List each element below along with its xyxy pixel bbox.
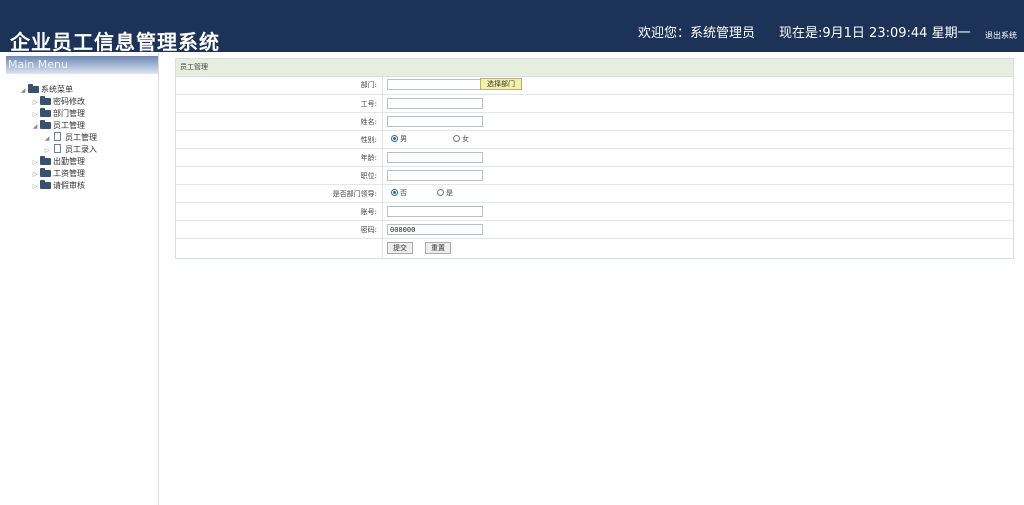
gender-male-radio[interactable]: 男 bbox=[391, 135, 407, 144]
form-row-gender: 性别: 男 女 bbox=[176, 130, 1013, 149]
main-menu-header: Main Menu bbox=[6, 56, 158, 74]
tree-node-salary[interactable]: ▷ 工资管理 bbox=[30, 168, 85, 180]
form-row-position: 职位: bbox=[176, 166, 1013, 185]
form-row-password: 密码: bbox=[176, 220, 1013, 239]
form-row-leader: 是否部门领导: 否 是 bbox=[176, 184, 1013, 203]
tree-node-employee[interactable]: ◢ 员工管理 bbox=[30, 120, 85, 132]
age-label: 年龄: bbox=[360, 154, 377, 162]
tree-node-label: 密码修改 bbox=[53, 97, 85, 106]
leader-yes-radio[interactable]: 是 bbox=[437, 189, 453, 198]
tree-node-dept[interactable]: ▷ 部门管理 bbox=[30, 108, 85, 120]
dept-leader-label: 是否部门领导: bbox=[332, 190, 377, 198]
radio-checked-icon[interactable] bbox=[391, 135, 398, 142]
panel-header: 员工管理 bbox=[176, 59, 1013, 77]
tree-node-attendance[interactable]: ▷ 出勤管理 bbox=[30, 156, 85, 168]
select-dept-button[interactable]: 选择部门 bbox=[480, 78, 522, 90]
expanded-arrow-icon[interactable]: ◢ bbox=[30, 121, 40, 133]
gender-male-text: 男 bbox=[400, 135, 407, 143]
gender-female-text: 女 bbox=[462, 135, 469, 143]
tree-node-label: 工资管理 bbox=[53, 169, 85, 178]
form-row-id: 工号: bbox=[176, 94, 1013, 113]
top-header: 企业员工信息管理系统 欢迎您：系统管理员 现在是:9月1日 23:09:44 星… bbox=[0, 0, 1024, 54]
sidebar: Main Menu ◢ 系统菜单 ▷ 密码修改 ▷ 部门管理 ◢ 员工管理 ◢ 员工管理 … bbox=[6, 52, 159, 505]
form-row-age: 年龄: bbox=[176, 148, 1013, 167]
position-input[interactable] bbox=[387, 170, 483, 181]
name-input[interactable] bbox=[387, 116, 483, 127]
tree-node-label: 员工管理 bbox=[65, 133, 97, 142]
tree-node-password[interactable]: ▷ 密码修改 bbox=[30, 96, 85, 108]
reset-button[interactable]: 重置 bbox=[425, 242, 451, 254]
account-input[interactable] bbox=[387, 206, 483, 217]
gender-female-radio[interactable]: 女 bbox=[453, 135, 469, 144]
password-input[interactable] bbox=[387, 224, 483, 235]
tree-node-employee-manage[interactable]: ◢ 员工管理 bbox=[42, 132, 97, 144]
main-menu-title: Main Menu bbox=[8, 58, 68, 71]
age-input[interactable] bbox=[387, 152, 483, 163]
employee-form-panel: 员工管理 部门: 选择部门 工号: 姓名: 性别: 男 女 年龄: 职位: 是否… bbox=[175, 58, 1014, 259]
gender-label: 性别: bbox=[360, 136, 377, 144]
form-row-actions: 提交 重置 bbox=[176, 238, 1013, 257]
app-root: 企业员工信息管理系统 欢迎您：系统管理员 现在是:9月1日 23:09:44 星… bbox=[0, 0, 1024, 505]
current-time: 现在是:9月1日 23:09:44 星期一 bbox=[779, 26, 971, 41]
folder-icon bbox=[40, 156, 51, 165]
submit-button[interactable]: 提交 bbox=[387, 242, 413, 254]
account-label: 账号: bbox=[360, 208, 377, 216]
page-icon bbox=[52, 132, 63, 141]
welcome-text: 欢迎您：系统管理员 bbox=[638, 26, 756, 41]
radio-unchecked-icon[interactable] bbox=[437, 189, 444, 196]
page-icon bbox=[52, 144, 63, 153]
folder-open-icon bbox=[28, 84, 39, 93]
panel-title: 员工管理 bbox=[180, 63, 208, 71]
tree-node-label: 员工管理 bbox=[53, 121, 85, 130]
employee-id-input[interactable] bbox=[387, 98, 483, 109]
tree-node-label: 出勤管理 bbox=[53, 157, 85, 166]
folder-icon bbox=[40, 180, 51, 189]
tree-node-label: 员工录入 bbox=[65, 145, 97, 154]
leader-no-radio[interactable]: 否 bbox=[391, 189, 407, 198]
employee-id-label: 工号: bbox=[360, 100, 377, 108]
leader-yes-text: 是 bbox=[446, 189, 453, 197]
dept-label: 部门: bbox=[360, 81, 377, 89]
form-row-name: 姓名: bbox=[176, 112, 1013, 131]
form-row-dept: 部门: 选择部门 bbox=[176, 76, 1013, 94]
app-title: 企业员工信息管理系统 bbox=[10, 30, 220, 54]
radio-checked-icon[interactable] bbox=[391, 189, 398, 196]
name-label: 姓名: bbox=[360, 118, 377, 126]
tree-node-root[interactable]: ◢ 系统菜单 bbox=[18, 84, 73, 96]
logout-link[interactable]: 退出系统 bbox=[985, 31, 1017, 41]
leader-no-text: 否 bbox=[400, 189, 407, 197]
tree-node-label: 系统菜单 bbox=[41, 85, 73, 94]
expanded-arrow-icon[interactable]: ◢ bbox=[18, 85, 28, 97]
collapsed-arrow-icon[interactable]: ▷ bbox=[30, 181, 40, 193]
password-label: 密码: bbox=[360, 226, 377, 234]
tree-node-employee-entry[interactable]: ▷ 员工录入 bbox=[42, 144, 97, 156]
tree-node-leave[interactable]: ▷ 请假审核 bbox=[30, 180, 85, 192]
position-label: 职位: bbox=[360, 172, 377, 180]
tree-node-label: 请假审核 bbox=[53, 181, 85, 190]
folder-open-icon bbox=[40, 120, 51, 129]
dept-input[interactable] bbox=[387, 79, 483, 90]
folder-icon bbox=[40, 108, 51, 117]
tree-node-label: 部门管理 bbox=[53, 109, 85, 118]
folder-icon bbox=[40, 168, 51, 177]
folder-icon bbox=[40, 96, 51, 105]
form-row-account: 账号: bbox=[176, 202, 1013, 221]
radio-unchecked-icon[interactable] bbox=[453, 135, 460, 142]
